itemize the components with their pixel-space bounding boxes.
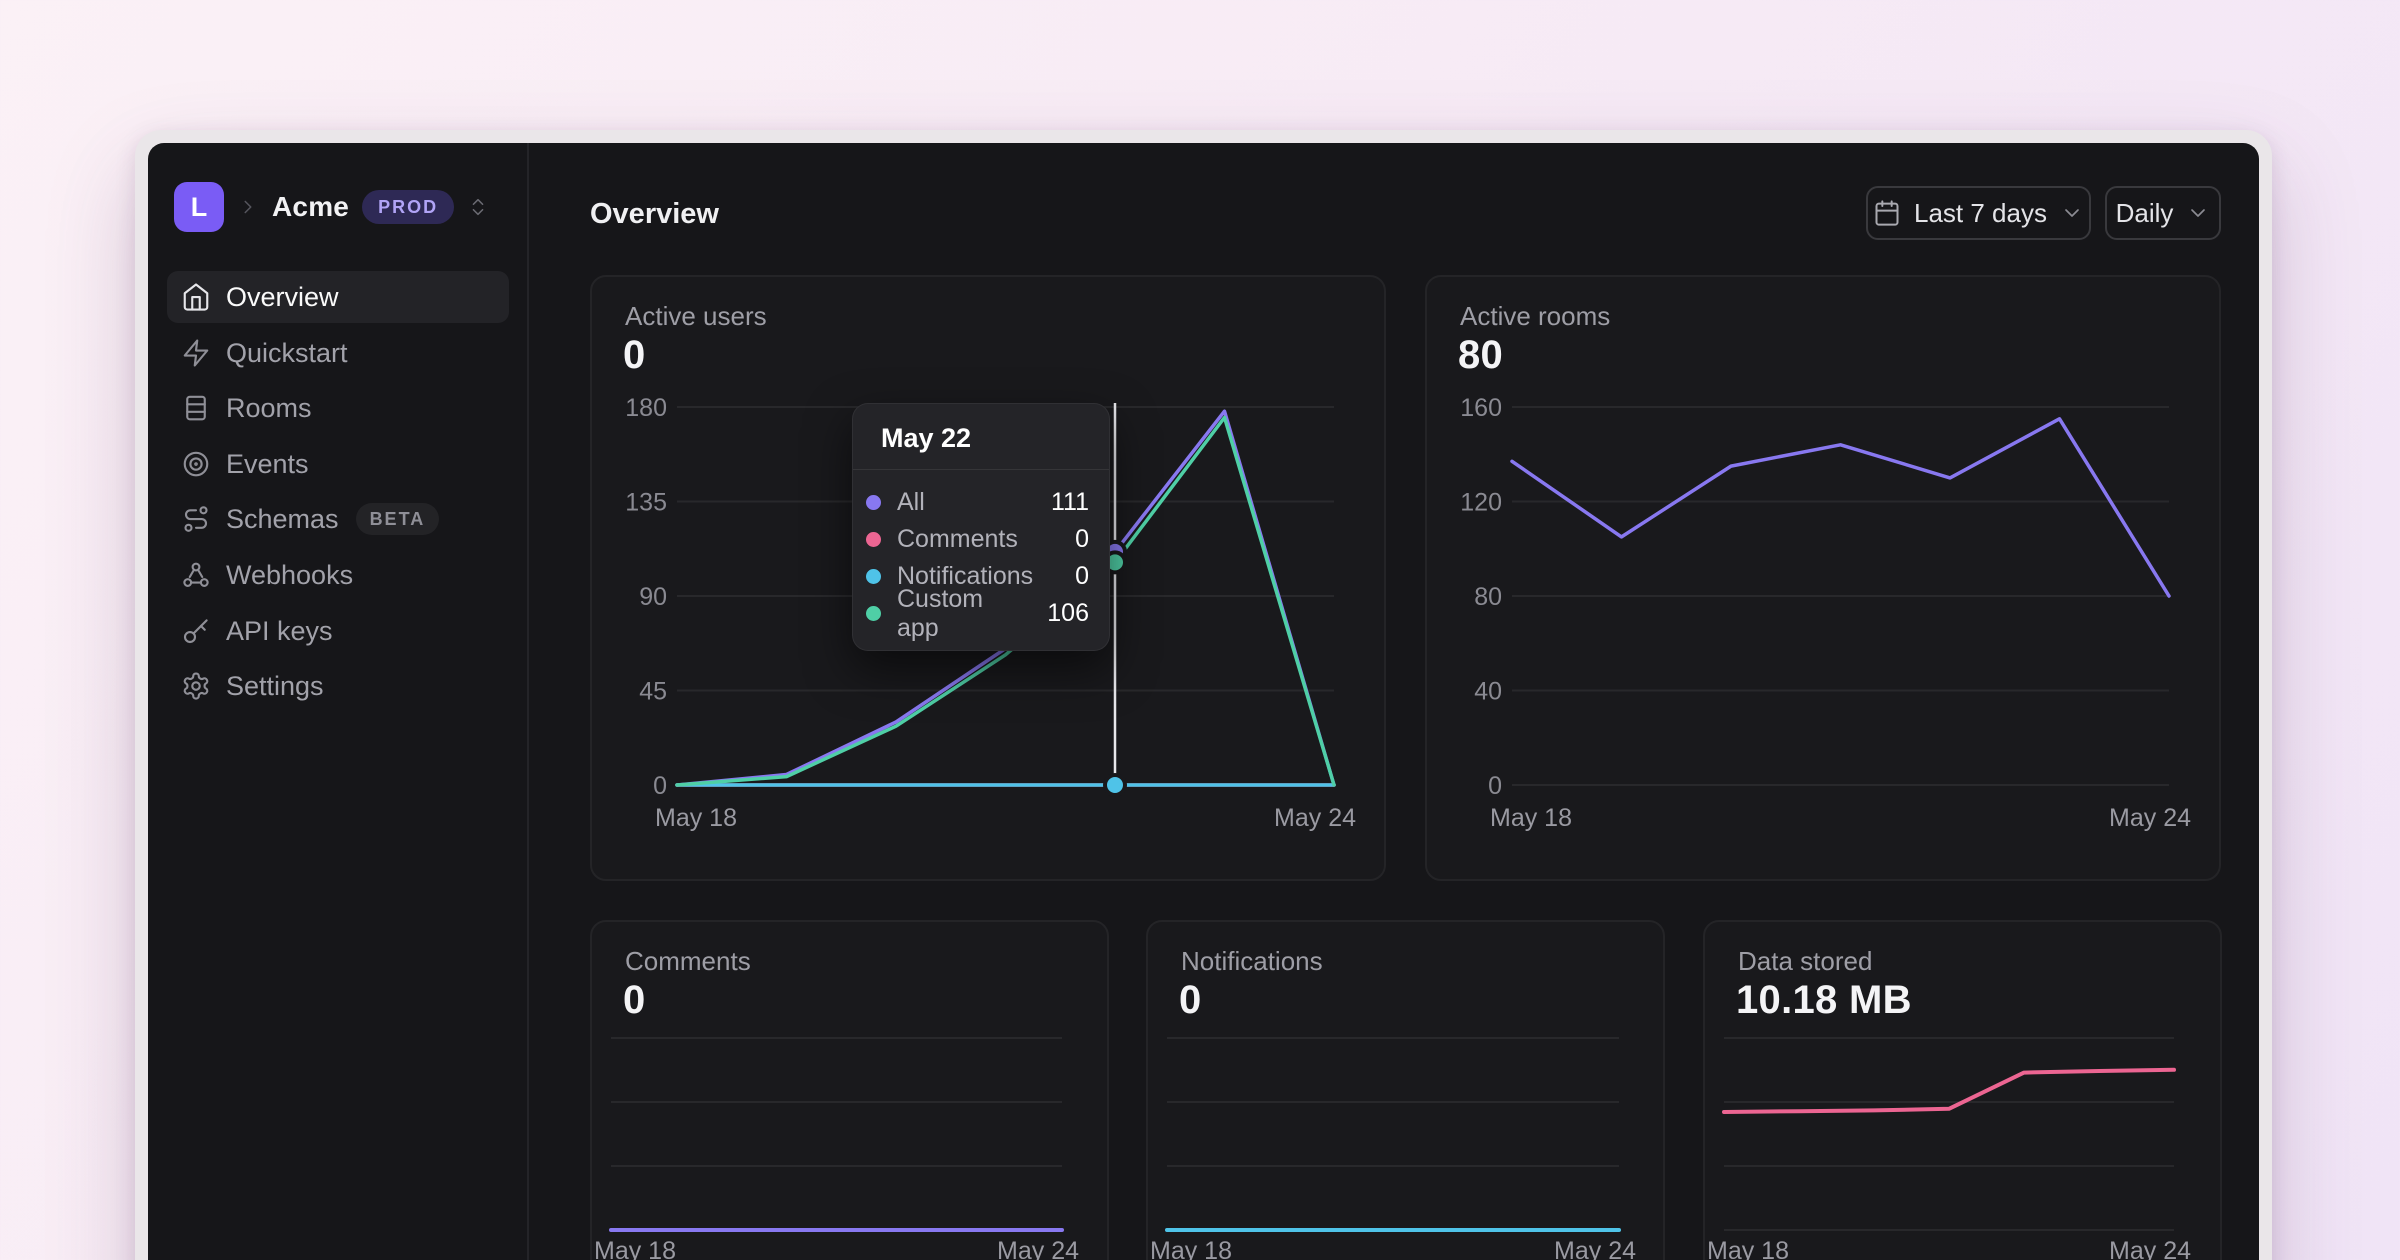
- zap-icon: [181, 338, 211, 368]
- card-active-users-label: Active users: [625, 301, 767, 331]
- card-comments-value: 0: [623, 978, 646, 1022]
- chevrons-up-down-icon: [467, 196, 489, 218]
- home-icon: [181, 282, 211, 312]
- sidebar-item-schemas[interactable]: Schemas BETA: [167, 493, 509, 545]
- org-switcher[interactable]: L Acme PROD: [174, 182, 489, 232]
- series-label: All: [897, 488, 925, 516]
- sidebar-item-webhooks[interactable]: Webhooks: [167, 549, 509, 601]
- series-value: 106: [1047, 599, 1089, 627]
- sidebar-item-label: Rooms: [226, 392, 312, 423]
- sidebar-item-label: Events: [226, 448, 309, 479]
- sidebar-item-rooms[interactable]: Rooms: [167, 382, 509, 434]
- tooltip-row: Custom app 106: [853, 585, 1109, 642]
- chevron-right-icon: [237, 196, 259, 218]
- tooltip-rows: All 111 Comments 0 Notifications 0 Custom app 1…: [853, 484, 1109, 642]
- sidebar-item-label: API keys: [226, 615, 333, 646]
- card-data-stored-value: 10.18 MB: [1736, 978, 1912, 1022]
- chevron-down-icon: [2186, 201, 2210, 225]
- chart-tooltip: May 22 All 111 Comments 0 Notifications 0 Cust…: [852, 403, 1110, 651]
- interval-label: Daily: [2115, 197, 2174, 228]
- series-dot: [866, 569, 881, 584]
- card-active-rooms: Active rooms 80: [1425, 275, 2221, 881]
- card-comments-label: Comments: [625, 946, 751, 976]
- sidebar-item-quickstart[interactable]: Quickstart: [167, 327, 509, 379]
- tooltip-row: All 111: [853, 484, 1109, 521]
- env-badge: PROD: [362, 190, 455, 224]
- org-logo-letter: L: [190, 191, 208, 222]
- app-window-inner: L Acme PROD Overview Quickstart Rooms Event…: [148, 143, 2259, 1260]
- org-name: Acme: [272, 191, 350, 222]
- target-icon: [181, 449, 211, 479]
- date-range-label: Last 7 days: [1914, 197, 2047, 228]
- sidebar-item-events[interactable]: Events: [167, 438, 509, 490]
- series-value: 0: [1075, 525, 1089, 553]
- tooltip-divider: [853, 469, 1109, 470]
- card-comments: Comments 0: [590, 920, 1109, 1260]
- page-title: Overview: [590, 198, 719, 230]
- sidebar-item-label: Overview: [226, 281, 339, 312]
- sidebar-item-api-keys[interactable]: API keys: [167, 605, 509, 657]
- series-dot: [866, 606, 881, 621]
- card-data-stored-label: Data stored: [1738, 946, 1873, 976]
- interval-button[interactable]: Daily: [2105, 186, 2221, 240]
- series-value: 111: [1050, 488, 1089, 516]
- card-notifications: Notifications 0: [1146, 920, 1665, 1260]
- sidebar-item-label: Settings: [226, 670, 324, 701]
- app-window: L Acme PROD Overview Quickstart Rooms Event…: [135, 130, 2272, 1260]
- beta-badge: BETA: [355, 503, 440, 535]
- sidebar: L Acme PROD Overview Quickstart Rooms Event…: [148, 143, 529, 1260]
- series-label: Comments: [897, 525, 1018, 553]
- card-active-users-value: 0: [623, 333, 646, 377]
- series-dot: [866, 495, 881, 510]
- series-label: Custom app: [897, 584, 984, 642]
- webhook-icon: [181, 560, 211, 590]
- sidebar-item-label: Quickstart: [226, 337, 348, 368]
- schema-icon: [181, 504, 211, 534]
- calendar-icon: [1873, 199, 1901, 227]
- chart-tooltip-title: May 22: [881, 423, 972, 453]
- sidebar-item-overview[interactable]: Overview: [167, 271, 509, 323]
- sidebar-item-label: Webhooks: [226, 559, 354, 590]
- tooltip-row: Comments 0: [853, 521, 1109, 558]
- date-range-button[interactable]: Last 7 days: [1866, 186, 2091, 240]
- sidebar-item-settings[interactable]: Settings: [167, 660, 509, 712]
- key-icon: [181, 616, 211, 646]
- series-dot: [866, 532, 881, 547]
- series-value: 0: [1075, 562, 1089, 590]
- card-active-rooms-label: Active rooms: [1460, 301, 1611, 331]
- card-data-stored: Data stored 10.18 MB: [1703, 920, 2222, 1260]
- card-notifications-label: Notifications: [1181, 946, 1323, 976]
- chevron-down-icon: [2060, 201, 2084, 225]
- rooms-icon: [181, 393, 211, 423]
- sidebar-item-label: Schemas: [226, 503, 339, 534]
- card-notifications-value: 0: [1179, 978, 1202, 1022]
- org-logo: L: [174, 182, 224, 232]
- gear-icon: [181, 671, 211, 701]
- card-active-rooms-value: 80: [1458, 333, 1504, 377]
